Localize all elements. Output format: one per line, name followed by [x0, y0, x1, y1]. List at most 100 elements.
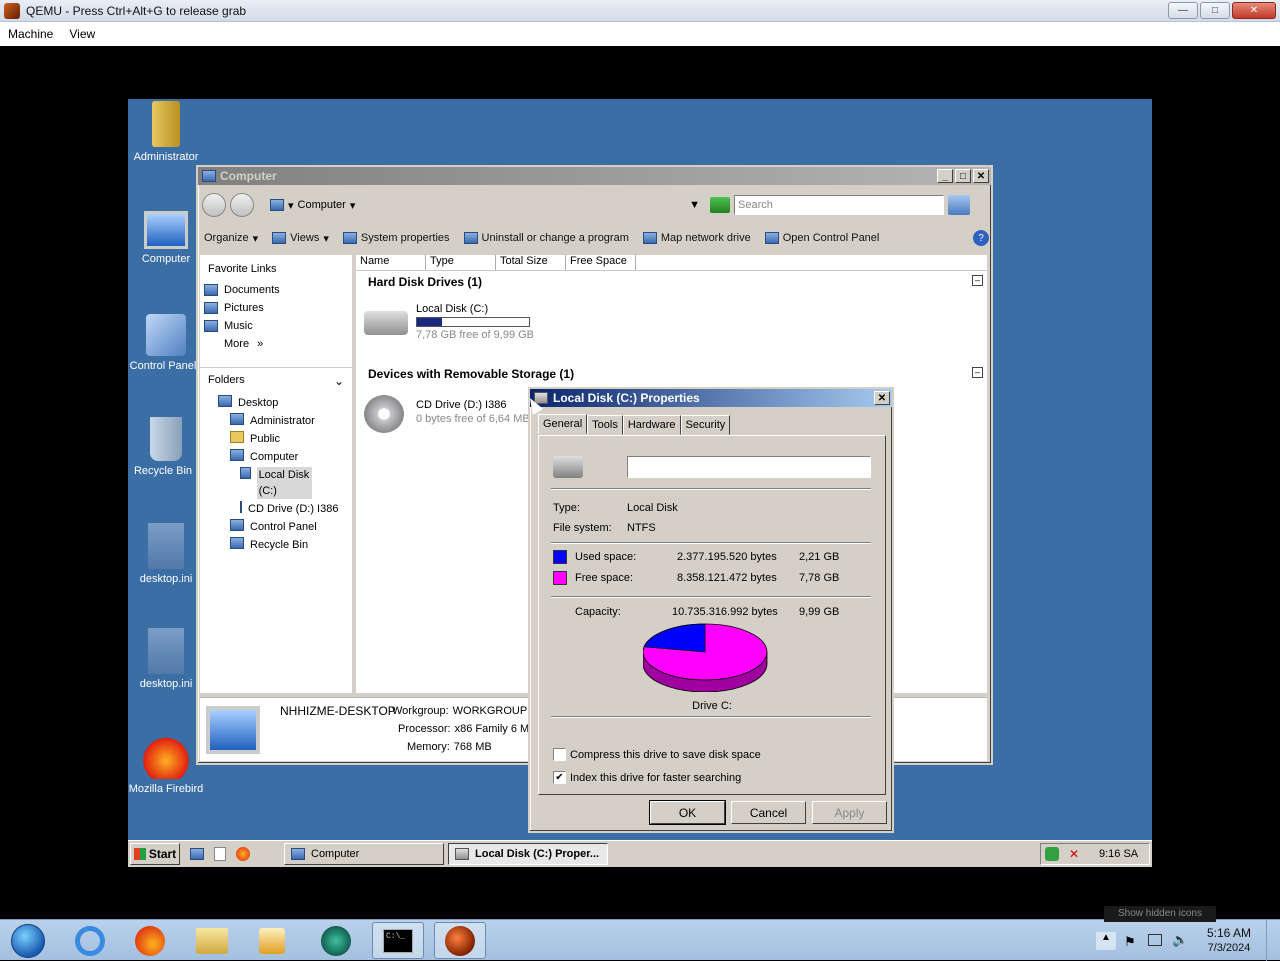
- taskbar-item-computer[interactable]: Computer: [284, 843, 444, 865]
- map-network-drive-button[interactable]: Map network drive: [642, 232, 751, 244]
- tree-public[interactable]: Public: [200, 430, 352, 448]
- volume-label-input[interactable]: [627, 456, 871, 478]
- tree-desktop[interactable]: Desktop: [200, 394, 352, 412]
- search-icon[interactable]: [948, 195, 970, 215]
- tree-cd-drive[interactable]: CD Drive (D:) I386: [200, 500, 352, 518]
- network-icon[interactable]: [1148, 934, 1162, 946]
- cd-drive-icon: [240, 501, 242, 513]
- tab-general[interactable]: General: [538, 414, 588, 434]
- desktop-icon-computer[interactable]: Computer: [128, 207, 206, 265]
- show-desktop-button[interactable]: [1266, 920, 1280, 961]
- tab-tools[interactable]: Tools: [587, 415, 623, 435]
- show-desktop-icon[interactable]: [190, 848, 204, 860]
- close-button[interactable]: ✕: [874, 391, 890, 405]
- firefox-icon[interactable]: [124, 922, 176, 959]
- close-button[interactable]: ✕: [1232, 2, 1276, 19]
- back-button[interactable]: [202, 193, 226, 217]
- search-input[interactable]: Search: [734, 195, 944, 215]
- collapse-icon[interactable]: –: [972, 275, 983, 286]
- minimize-button[interactable]: _: [937, 169, 953, 183]
- desktop-icon-control-panel[interactable]: Control Panel: [128, 312, 206, 372]
- drive-c-item[interactable]: Local Disk (C:) 7,78 GB free of 9,99 GB: [364, 303, 544, 343]
- command-prompt-icon[interactable]: C:\_: [372, 922, 424, 959]
- desktop-icon-administrator[interactable]: Administrator: [128, 101, 206, 163]
- volume-icon[interactable]: 🔈: [1172, 932, 1188, 948]
- tree-recycle-bin[interactable]: Recycle Bin: [200, 536, 352, 554]
- group-header-removable[interactable]: Devices with Removable Storage (1): [368, 367, 574, 381]
- collapse-icon[interactable]: –: [972, 367, 983, 378]
- windows-logo-icon: [133, 848, 146, 860]
- firebird-icon[interactable]: [236, 847, 250, 861]
- type-value: Local Disk: [627, 502, 678, 514]
- show-hidden-icons-button[interactable]: ▲: [1096, 932, 1116, 950]
- index-checkbox[interactable]: ✔ Index this drive for faster searching: [553, 771, 741, 784]
- drive-d-name: CD Drive (D:) I386: [416, 399, 507, 411]
- column-name[interactable]: Name: [356, 255, 426, 270]
- drive-d-item[interactable]: CD Drive (D:) I386 0 bytes free of 6,64 …: [364, 393, 534, 435]
- action-center-flag-icon[interactable]: ⚑: [1124, 934, 1136, 950]
- open-control-panel-button[interactable]: Open Control Panel: [764, 232, 879, 244]
- desktop-icon: [218, 395, 232, 407]
- host-clock[interactable]: 5:16 AM 7/3/2024: [1198, 926, 1260, 954]
- address-bar[interactable]: ▾ Computer ▾ ▼: [266, 194, 706, 216]
- cancel-button[interactable]: Cancel: [731, 801, 806, 824]
- desktop-icon-desktop-ini-2[interactable]: desktop.ini: [128, 628, 206, 690]
- divider: [551, 542, 871, 544]
- computer-icon: [202, 170, 216, 182]
- windows-start-orb-icon[interactable]: [2, 922, 54, 959]
- file-explorer-icon[interactable]: [186, 922, 238, 959]
- organize-button[interactable]: Organize ▾: [204, 232, 258, 245]
- chevron-down-icon: ⌄: [333, 374, 344, 388]
- taskbar-item-properties[interactable]: Local Disk (C:) Proper...: [448, 843, 608, 865]
- help-icon[interactable]: ?: [973, 230, 989, 246]
- internet-explorer-icon[interactable]: [64, 922, 116, 959]
- favorite-link-more[interactable]: More»: [200, 335, 352, 353]
- desktop-icon-recycle-bin[interactable]: Recycle Bin: [128, 417, 206, 477]
- favorite-link-pictures[interactable]: Pictures: [200, 299, 352, 317]
- tree-control-panel[interactable]: Control Panel: [200, 518, 352, 536]
- favorite-link-music[interactable]: Music: [200, 317, 352, 335]
- address-dropdown-icon[interactable]: ▼: [689, 199, 700, 211]
- uninstall-program-button[interactable]: Uninstall or change a program: [463, 232, 629, 244]
- tree-local-disk[interactable]: Local Disk (C:): [200, 466, 352, 500]
- qemu-menubar: Machine View: [0, 22, 1280, 46]
- favorite-links-header: Favorite Links: [208, 263, 277, 275]
- apply-button[interactable]: Apply: [812, 801, 887, 824]
- checkbox[interactable]: [553, 748, 566, 761]
- notepad-icon[interactable]: [214, 847, 226, 861]
- memory-row: Memory: 768 MB: [407, 741, 492, 753]
- tab-security[interactable]: Security: [680, 415, 731, 435]
- security-shield-icon[interactable]: [1045, 847, 1059, 861]
- desktop-icon-mozilla-firebird[interactable]: Mozilla Firebird: [128, 733, 206, 795]
- app-globe-icon[interactable]: [310, 922, 362, 959]
- tab-hardware[interactable]: Hardware: [622, 415, 681, 435]
- folders-header[interactable]: Folders ⌄: [200, 367, 352, 394]
- volume-muted-icon[interactable]: ✕: [1069, 847, 1083, 861]
- favorite-link-documents[interactable]: Documents: [200, 281, 352, 299]
- forward-button[interactable]: [230, 193, 254, 217]
- menu-view[interactable]: View: [69, 27, 95, 41]
- refresh-icon[interactable]: [710, 197, 730, 213]
- group-header-hdd[interactable]: Hard Disk Drives (1): [368, 275, 482, 289]
- minimize-button[interactable]: —: [1168, 2, 1198, 19]
- ok-button[interactable]: OK: [649, 800, 726, 825]
- maximize-button[interactable]: □: [1200, 2, 1230, 19]
- qemu-icon[interactable]: [434, 922, 486, 959]
- start-button[interactable]: Start: [130, 843, 180, 865]
- desktop-icon-label: Control Panel: [129, 360, 197, 372]
- tree-computer[interactable]: Computer: [200, 448, 352, 466]
- column-type[interactable]: Type: [426, 255, 496, 270]
- qemu-title-bar: QEMU - Press Ctrl+Alt+G to release grab …: [0, 0, 1280, 22]
- system-properties-button[interactable]: System properties: [342, 232, 450, 244]
- maximize-button[interactable]: □: [955, 169, 971, 183]
- menu-machine[interactable]: Machine: [8, 27, 53, 41]
- tree-administrator[interactable]: Administrator: [200, 412, 352, 430]
- close-button[interactable]: ✕: [973, 169, 989, 183]
- compress-checkbox[interactable]: Compress this drive to save disk space: [553, 748, 761, 761]
- views-button[interactable]: Views ▾: [272, 232, 329, 245]
- column-total-size[interactable]: Total Size: [496, 255, 566, 270]
- checkbox[interactable]: ✔: [553, 771, 566, 784]
- desktop-icon-desktop-ini-1[interactable]: desktop.ini: [128, 523, 206, 585]
- media-player-icon[interactable]: [246, 922, 298, 959]
- column-free-space[interactable]: Free Space: [566, 255, 636, 270]
